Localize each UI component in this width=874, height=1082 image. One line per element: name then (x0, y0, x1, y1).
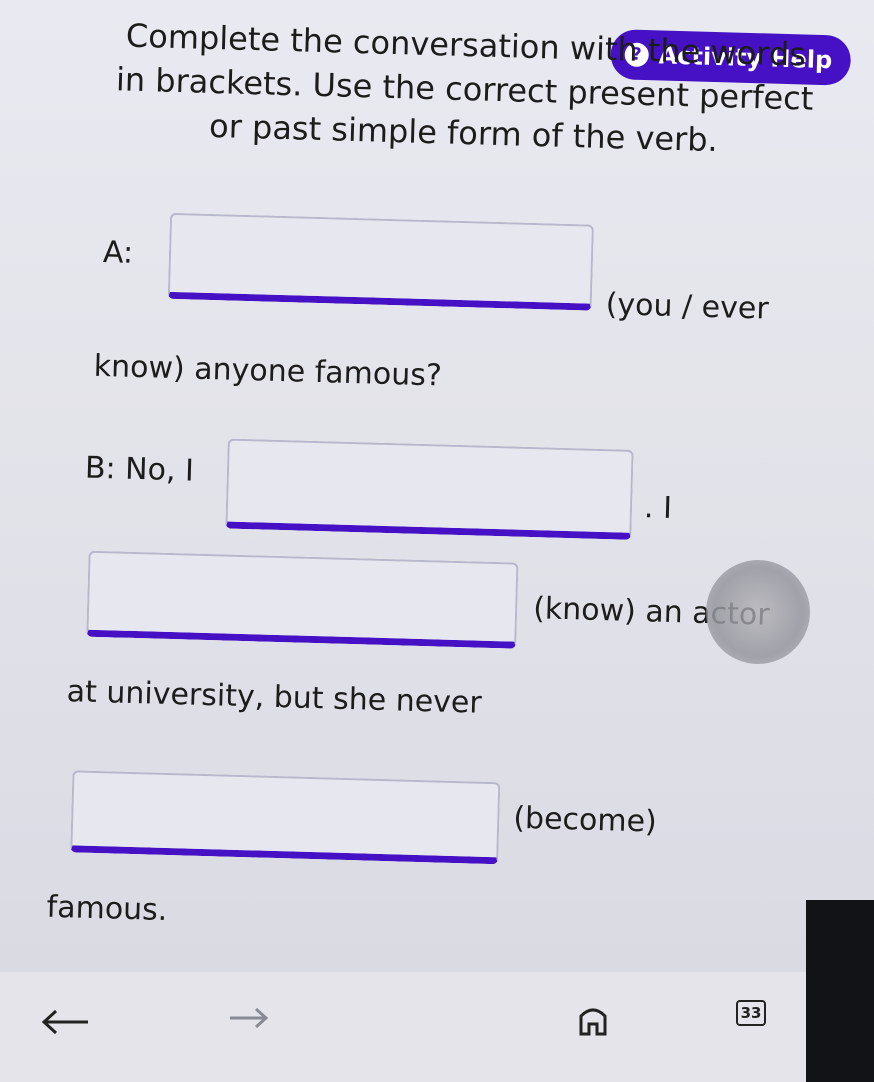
answer-blank-1[interactable] (167, 212, 594, 311)
page-number-badge[interactable]: 33 (736, 1000, 766, 1026)
answer-blank-2[interactable] (225, 438, 634, 540)
home-icon[interactable] (578, 1004, 608, 1036)
answer-blank-4[interactable] (70, 770, 501, 865)
arrow-left-icon[interactable] (40, 1008, 92, 1036)
bottom-navigation (0, 972, 874, 1082)
device-bezel (806, 900, 874, 1082)
arrow-right-icon[interactable] (226, 1006, 270, 1030)
touch-indicator (706, 560, 810, 664)
instructions: Complete the conversation with the words… (104, 13, 825, 165)
text-at-university: at university, but she never (66, 674, 483, 721)
text-famous: famous. (46, 889, 168, 929)
activity-content: ? Activity Help Complete the conversatio… (0, 0, 874, 984)
activity-screen: ? Activity Help Complete the conversatio… (0, 0, 874, 1082)
speaker-b-label: B: No, I (84, 450, 195, 489)
hint-become: (become) (512, 800, 658, 840)
speaker-a-label: A: (102, 234, 134, 271)
answer-blank-3[interactable] (86, 550, 519, 649)
hint-you-ever: (you / ever (605, 287, 770, 327)
text-know-anyone-famous: know) anyone famous? (93, 348, 443, 394)
text-period-i: . I (643, 490, 673, 526)
